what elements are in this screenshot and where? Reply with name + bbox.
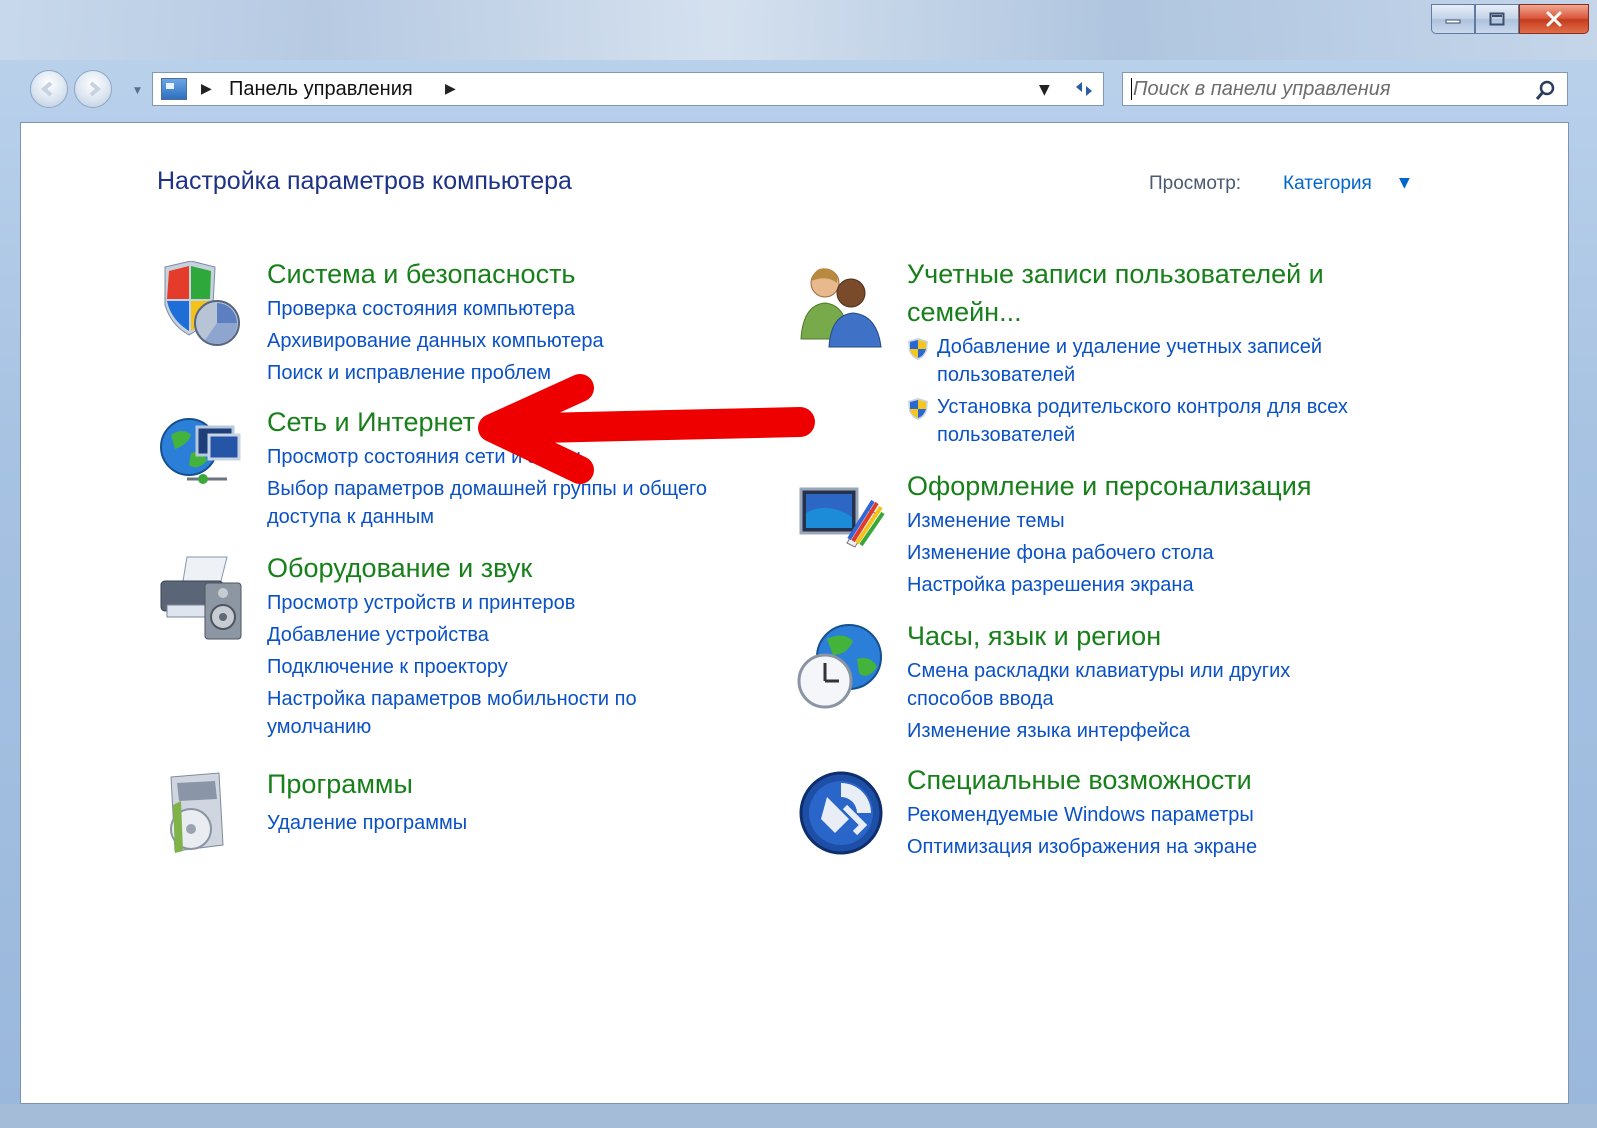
link-change-desktop-background[interactable]: Изменение фона рабочего стола	[907, 539, 1214, 567]
control-panel-icon	[161, 78, 187, 100]
search-icon[interactable]	[1535, 79, 1557, 101]
link-add-remove-accounts[interactable]: Добавление и удаление учетных записей	[907, 333, 1348, 361]
accessibility-icon	[799, 771, 883, 855]
minimize-icon	[1445, 19, 1461, 24]
link-parental-controls[interactable]: Установка родительского контроля для все…	[907, 393, 1348, 421]
category-title[interactable]: Специальные возможности	[907, 761, 1252, 799]
address-dropdown-icon[interactable]: ▼	[1039, 82, 1050, 98]
navigation-bar: ▼ ▶ Панель управления ▶ ▼ Поиск в панели…	[0, 62, 1597, 120]
minimize-button[interactable]	[1431, 4, 1475, 34]
arrow-left-icon	[40, 81, 53, 97]
personalization-icon	[799, 487, 885, 548]
close-icon	[1546, 11, 1562, 27]
breadcrumb-chevron-icon[interactable]: ▶	[445, 81, 456, 97]
link-text[interactable]: Добавление и удаление учетных записей	[937, 336, 1322, 358]
link-change-keyboard-input[interactable]: Смена раскладки клавиатуры или других	[907, 657, 1290, 685]
link-connect-projector[interactable]: Подключение к проектору	[267, 653, 637, 681]
category-title[interactable]: Учетные записи пользователей и семейн...	[907, 255, 1387, 331]
link-add-remove-accounts-cont[interactable]: пользователей	[907, 361, 1348, 389]
refresh-icon	[1075, 82, 1092, 96]
category-title-line2[interactable]: семейн...	[907, 297, 1022, 327]
link-change-theme[interactable]: Изменение темы	[907, 507, 1214, 535]
programs-icon	[170, 772, 224, 853]
arrow-right-icon	[89, 81, 102, 97]
caption-buttons	[1431, 4, 1589, 34]
view-by-selector[interactable]: Категория	[1283, 173, 1372, 195]
breadcrumb-control-panel[interactable]: Панель управления	[229, 78, 413, 101]
recent-pages-dropdown[interactable]: ▼	[134, 86, 141, 96]
uac-shield-icon	[908, 338, 928, 360]
link-mobility-settings-cont[interactable]: умолчанию	[267, 713, 637, 741]
search-placeholder: Поиск в панели управления	[1133, 78, 1391, 100]
link-homegroup-sharing[interactable]: Выбор параметров домашней группы и общег…	[267, 475, 707, 503]
breadcrumb-chevron-icon[interactable]: ▶	[201, 81, 212, 97]
search-box[interactable]: Поиск в панели управления	[1122, 72, 1568, 106]
link-uninstall-program[interactable]: Удаление программы	[267, 809, 467, 837]
link-text[interactable]: Установка родительского контроля для все…	[937, 396, 1348, 418]
uac-shield-icon	[908, 398, 928, 420]
refresh-button[interactable]	[1064, 72, 1104, 106]
link-view-network-status[interactable]: Просмотр состояния сети и задач	[267, 443, 707, 471]
close-button[interactable]	[1519, 4, 1589, 34]
link-parental-controls-cont[interactable]: пользователей	[907, 421, 1348, 449]
link-mobility-settings[interactable]: Настройка параметров мобильности по	[267, 685, 637, 713]
view-by-label: Просмотр:	[1149, 173, 1242, 194]
forward-button[interactable]	[74, 70, 112, 108]
link-find-fix-problems[interactable]: Поиск и исправление проблем	[267, 359, 604, 387]
maximize-button[interactable]	[1475, 4, 1519, 34]
link-change-display-language[interactable]: Изменение языка интерфейса	[907, 717, 1290, 745]
back-button[interactable]	[30, 70, 68, 108]
link-text[interactable]: пользователей	[937, 364, 1075, 386]
link-add-device[interactable]: Добавление устройства	[267, 621, 637, 649]
view-by-dropdown-icon[interactable]: ▼	[1399, 175, 1410, 191]
category-title[interactable]: Оформление и персонализация	[907, 467, 1311, 505]
link-adjust-resolution[interactable]: Настройка разрешения экрана	[907, 571, 1214, 599]
link-check-computer-status[interactable]: Проверка состояния компьютера	[267, 295, 604, 323]
link-optimize-display[interactable]: Оптимизация изображения на экране	[907, 833, 1257, 861]
users-icon	[800, 268, 882, 348]
shield-icon	[164, 261, 240, 346]
link-backup-computer[interactable]: Архивирование данных компьютера	[267, 327, 604, 355]
text-cursor	[1131, 78, 1132, 100]
maximize-icon	[1489, 12, 1505, 26]
category-title[interactable]: Часы, язык и регион	[907, 617, 1161, 655]
network-globe-icon	[160, 418, 241, 484]
link-change-keyboard-input-cont[interactable]: способов ввода	[907, 685, 1290, 713]
category-title[interactable]: Оборудование и звук	[267, 549, 532, 587]
window-bottom-border	[0, 1104, 1597, 1128]
link-recommended-settings[interactable]: Рекомендуемые Windows параметры	[907, 801, 1257, 829]
content-pane: Настройка параметров компьютера Просмотр…	[20, 122, 1569, 1104]
address-bar[interactable]: ▶ Панель управления ▶ ▼	[152, 72, 1104, 106]
category-title[interactable]: Система и безопасность	[267, 255, 576, 293]
clock-globe-icon	[797, 624, 882, 709]
category-title[interactable]: Программы	[267, 765, 413, 803]
category-title[interactable]: Сеть и Интернет	[267, 403, 475, 441]
printer-icon	[160, 556, 242, 640]
category-title-line1[interactable]: Учетные записи пользователей и	[907, 259, 1324, 289]
link-homegroup-sharing-cont[interactable]: доступа к данным	[267, 503, 707, 531]
link-view-devices-printers[interactable]: Просмотр устройств и принтеров	[267, 589, 637, 617]
link-text[interactable]: пользователей	[937, 424, 1075, 446]
title-bar	[0, 0, 1597, 60]
page-title: Настройка параметров компьютера	[157, 167, 572, 195]
